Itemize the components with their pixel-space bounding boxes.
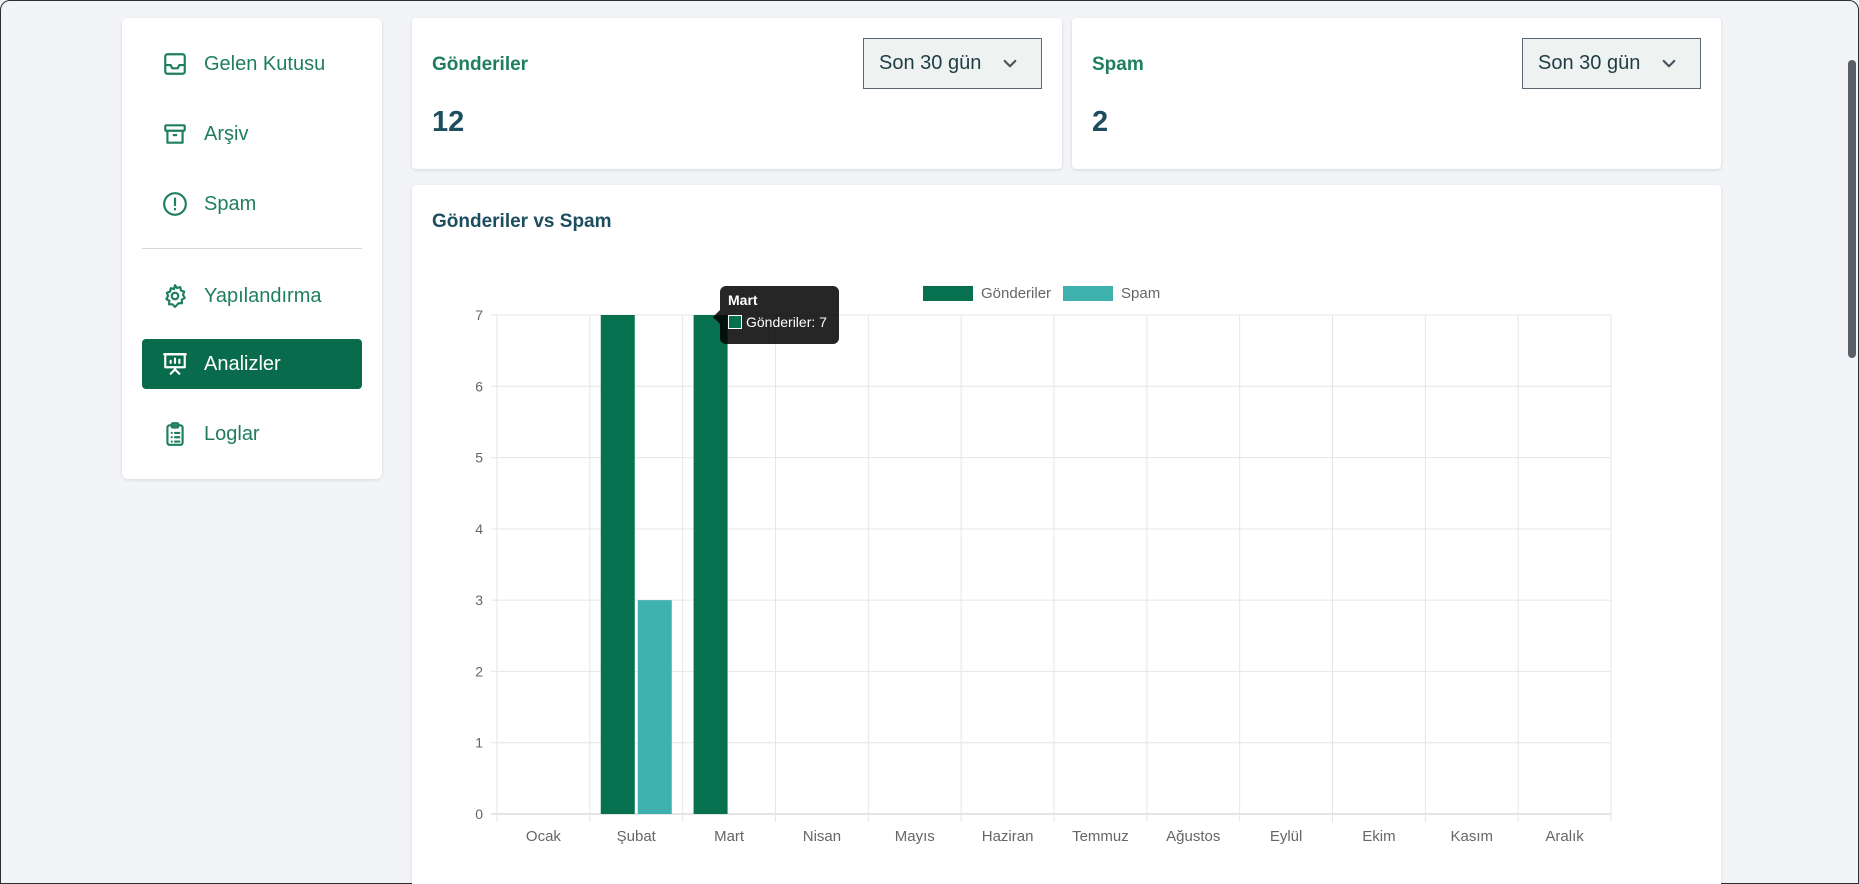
submissions-stat-card: Gönderiler 12 Son 30 gün [412, 18, 1062, 169]
sidebar-item-analytics[interactable]: Analizler [142, 339, 362, 389]
spam-range-select[interactable]: Son 30 gün [1522, 38, 1701, 89]
tooltip-swatch [728, 315, 742, 329]
y-tick-label: 2 [475, 663, 483, 679]
submissions-stat-value: 12 [432, 106, 465, 138]
bar-submissions [600, 315, 635, 814]
sidebar-item-label: Arşiv [204, 122, 249, 145]
chevron-down-icon [1662, 59, 1676, 68]
y-tick-label: 1 [475, 735, 483, 751]
sidebar-nav: Gelen Kutusu Arşiv Spam Yapılandırma Ana… [122, 18, 382, 479]
chart-card: Gönderiler vs Spam 0 1 2 3 4 5 6 7 Ocak Şubat Mart… [412, 185, 1721, 884]
gear-icon [162, 283, 188, 309]
legend-label: Gönderiler [981, 285, 1051, 302]
bar-chart: 0 1 2 3 4 5 6 7 Ocak Şubat Mart Nisan Mayıs Haziran Te… [475, 285, 1612, 845]
sidebar-item-label: Analizler [204, 352, 281, 375]
y-tick-label: 0 [475, 806, 483, 822]
presentation-chart-icon [162, 351, 188, 377]
sidebar-item-label: Gelen Kutusu [204, 52, 326, 75]
sidebar-item-label: Spam [204, 192, 257, 215]
alert-circle-icon [162, 191, 188, 217]
tooltip-text: Gönderiler: 7 [746, 314, 827, 330]
y-tick-label: 6 [475, 378, 483, 394]
submissions-range-select[interactable]: Son 30 gün [863, 38, 1042, 89]
submissions-stat-title: Gönderiler [432, 54, 529, 75]
legend-label: Spam [1121, 285, 1160, 302]
bar-submissions [693, 315, 728, 814]
bar-spam [637, 600, 672, 814]
x-tick-label: Şubat [617, 828, 657, 845]
sidebar-item-archive[interactable]: Arşiv [142, 109, 362, 159]
inbox-icon [162, 51, 188, 77]
x-tick-label: Haziran [982, 828, 1034, 845]
y-tick-label: 5 [475, 450, 483, 466]
x-tick-label: Ekim [1362, 828, 1395, 845]
y-tick-label: 3 [475, 592, 483, 608]
clipboard-list-icon [162, 421, 188, 447]
scrollbar-thumb[interactable] [1848, 60, 1856, 358]
spam-stat-value: 2 [1092, 106, 1109, 138]
x-tick-label: Eylül [1270, 828, 1303, 845]
x-tick-label: Aralık [1545, 828, 1584, 845]
sidebar-item-configuration[interactable]: Yapılandırma [142, 271, 362, 321]
legend-swatch [923, 286, 973, 301]
tooltip-title: Mart [728, 292, 758, 308]
x-tick-label: Ocak [526, 828, 562, 845]
sidebar-item-label: Loglar [204, 422, 260, 445]
x-tick-label: Temmuz [1072, 828, 1129, 845]
sidebar-item-label: Yapılandırma [204, 284, 322, 307]
y-tick-label: 4 [475, 521, 483, 537]
sidebar-item-inbox[interactable]: Gelen Kutusu [142, 39, 362, 89]
sidebar-item-spam[interactable]: Spam [142, 179, 362, 229]
legend-swatch [1063, 286, 1113, 301]
spam-range-value: Son 30 gün [1538, 52, 1641, 74]
archive-icon [162, 121, 188, 147]
spam-stat-title: Spam [1092, 54, 1144, 75]
spam-stat-card: Spam 2 Son 30 gün [1072, 18, 1721, 169]
sidebar-item-logs[interactable]: Loglar [142, 409, 362, 459]
chart-tooltip: Mart Gönderiler: 7 [713, 286, 839, 344]
submissions-range-value: Son 30 gün [879, 52, 982, 74]
x-tick-label: Mart [714, 828, 745, 845]
y-tick-label: 7 [475, 307, 483, 323]
x-tick-label: Nisan [803, 828, 841, 845]
chevron-down-icon [1003, 59, 1017, 68]
x-tick-label: Kasım [1450, 828, 1493, 845]
sidebar-divider [142, 248, 362, 249]
x-tick-label: Mayıs [895, 828, 935, 845]
x-tick-label: Ağustos [1166, 828, 1220, 845]
